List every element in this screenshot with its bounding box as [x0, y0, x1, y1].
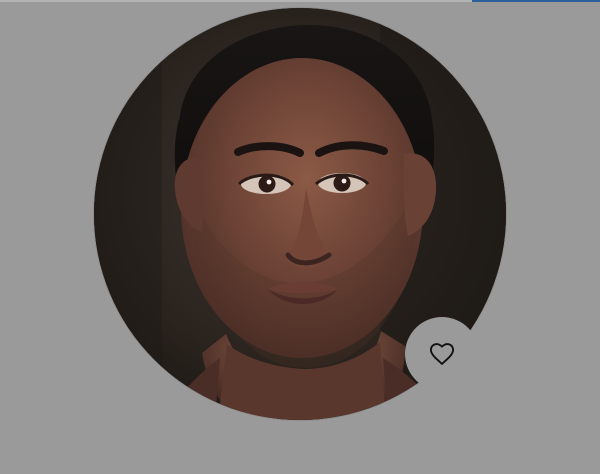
top-accent-divider — [472, 0, 600, 2]
favorite-button[interactable] — [405, 317, 479, 391]
heart-icon — [429, 343, 455, 365]
profile-view — [0, 0, 600, 474]
